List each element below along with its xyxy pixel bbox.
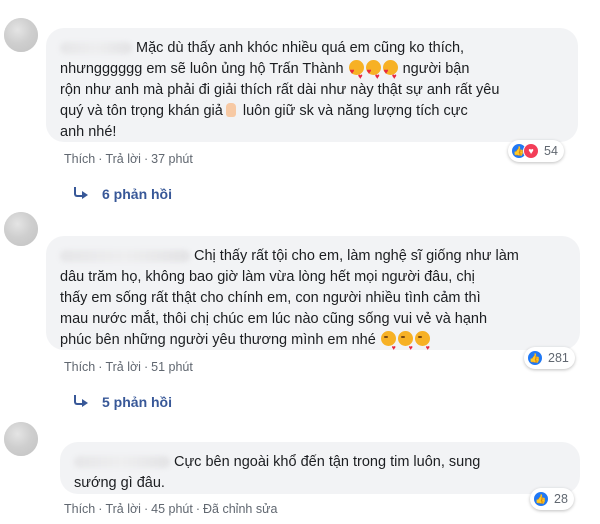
comment-text-line: rộn như anh mà phải đi giải thích rất dà…	[60, 82, 500, 98]
reply-arrow-icon	[70, 394, 92, 410]
avatar[interactable]	[4, 212, 38, 246]
face-blowing-a-kiss-icon	[414, 331, 430, 359]
reply-link[interactable]: Trả lời	[105, 152, 141, 166]
like-link[interactable]: Thích	[64, 502, 95, 516]
comment-bubble: Chị thấy rất tội cho em, làm nghệ sĩ giố…	[46, 236, 580, 359]
comment-text-line: quý và tôn trọng khán giả	[60, 103, 223, 119]
face-blowing-a-kiss-icon	[397, 331, 413, 359]
comment-text-line: sướng gì đâu.	[74, 475, 165, 491]
comment-text-line: anh nhé!	[60, 124, 117, 140]
comment-bubble: Mặc dù thấy anh khóc nhiều quá em cũng k…	[46, 28, 578, 142]
reply-link[interactable]: Trả lời	[105, 360, 141, 374]
comment-text-line: nhưngggggg em sẽ luôn ủng hộ Trấn Thành	[60, 61, 344, 77]
comment-actions: Thích · Trả lời · 37 phút	[64, 152, 193, 166]
commenter-name[interactable]	[60, 42, 132, 55]
reply-arrow-icon	[70, 186, 92, 202]
reaction-count: 281	[548, 351, 569, 365]
reaction-count: 54	[544, 144, 558, 158]
avatar[interactable]	[4, 422, 38, 456]
like-link[interactable]: Thích	[64, 152, 95, 166]
timestamp[interactable]: 37 phút	[151, 152, 193, 166]
like-reaction-icon: 👍	[527, 350, 543, 366]
comment-actions: Thích · Trả lời · 45 phút · Đã chỉnh sửa	[64, 502, 278, 516]
smiling-face-with-hearts-icon	[365, 60, 381, 87]
comment-text-line: dâu trăm họ, không bao giờ làm vừa lòng …	[60, 269, 475, 285]
like-link[interactable]: Thích	[64, 360, 95, 374]
replies-label: 5 phản hồi	[102, 394, 172, 410]
comment-text-line: phúc bên những người yêu thương mình em …	[60, 332, 376, 348]
comment-text-line: người bận	[398, 61, 470, 77]
comment-text-line: thấy em sống rất thật cho chính em, con …	[60, 290, 481, 306]
reaction-summary[interactable]: 👍 281	[524, 347, 575, 369]
view-replies-button[interactable]: 6 phản hồi	[70, 186, 172, 202]
comment-text-line: luôn giữ sk và năng lượng tích cực	[238, 103, 468, 119]
view-replies-button[interactable]: 5 phản hồi	[70, 394, 172, 410]
edited-label[interactable]: Đã chỉnh sửa	[203, 502, 277, 516]
like-reaction-icon: 👍	[533, 491, 549, 507]
smiling-face-with-hearts-icon	[382, 60, 398, 87]
timestamp[interactable]: 51 phút	[151, 360, 193, 374]
smiling-face-with-hearts-icon	[348, 60, 364, 87]
replies-label: 6 phản hồi	[102, 186, 172, 202]
timestamp[interactable]: 45 phút	[151, 502, 193, 516]
comment-text-line: Cực bên ngoài khổ đến tận trong tim luôn…	[174, 454, 481, 470]
reaction-summary[interactable]: 👍 28	[530, 488, 574, 510]
thumbs-up-icon	[225, 103, 236, 117]
comment-text-line: Mặc dù thấy anh khóc nhiều quá em cũng k…	[136, 40, 465, 56]
love-reaction-icon: ♥	[523, 143, 539, 159]
face-blowing-a-kiss-icon	[380, 331, 396, 359]
avatar[interactable]	[4, 18, 38, 52]
commenter-name[interactable]	[74, 456, 170, 469]
reply-link[interactable]: Trả lời	[105, 502, 141, 516]
commenter-name[interactable]	[60, 250, 190, 263]
reaction-count: 28	[554, 492, 568, 506]
reaction-summary[interactable]: 👍 ♥ 54	[508, 140, 564, 162]
comment-bubble: Cực bên ngoài khổ đến tận trong tim luôn…	[60, 442, 580, 494]
comment-text-line: Chị thấy rất tội cho em, làm nghệ sĩ giố…	[194, 248, 519, 264]
comment-text-line: mau nước mắt, thôi chị chúc em lúc nào c…	[60, 311, 488, 327]
comment-actions: Thích · Trả lời · 51 phút	[64, 360, 193, 374]
